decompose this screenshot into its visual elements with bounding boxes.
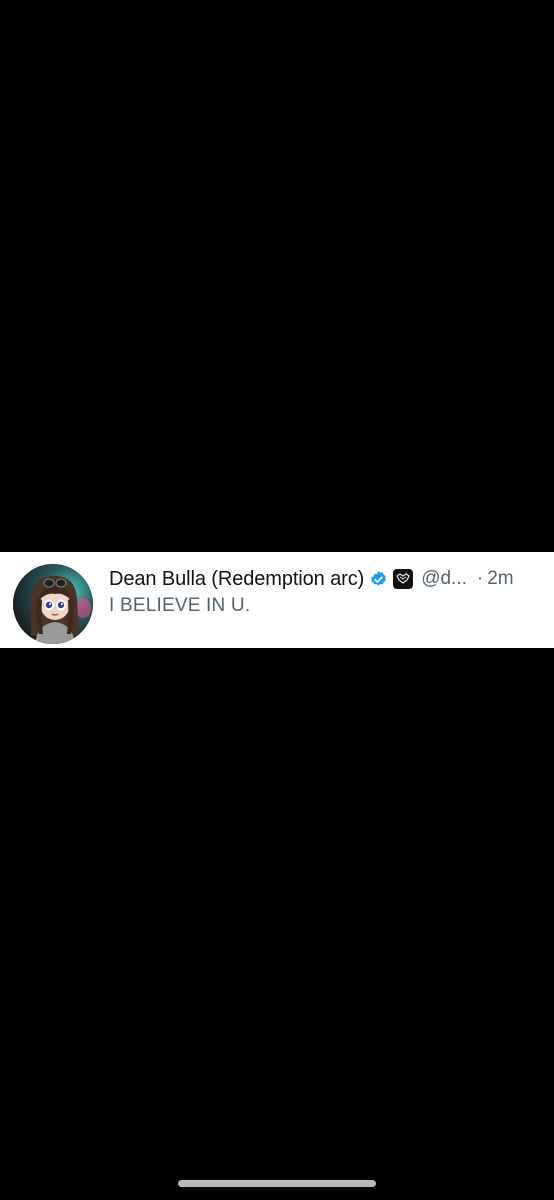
tweet-card[interactable]: Dean Bulla (Redemption arc) @d... · 2m I… bbox=[0, 552, 554, 648]
affiliate-badge-icon[interactable] bbox=[393, 569, 414, 589]
cartoon-avatar-icon bbox=[13, 564, 93, 644]
tweet-header: Dean Bulla (Redemption arc) @d... · 2m bbox=[109, 566, 538, 592]
verified-badge-icon[interactable] bbox=[369, 570, 388, 589]
avatar[interactable] bbox=[13, 564, 93, 644]
user-handle[interactable]: @d... bbox=[421, 568, 467, 590]
timestamp[interactable]: 2m bbox=[487, 568, 513, 590]
separator-dot: · bbox=[476, 568, 484, 589]
home-indicator[interactable] bbox=[178, 1180, 376, 1187]
tweet-text: I BELIEVE IN U. bbox=[109, 595, 251, 616]
display-name[interactable]: Dean Bulla (Redemption arc) bbox=[109, 568, 364, 591]
